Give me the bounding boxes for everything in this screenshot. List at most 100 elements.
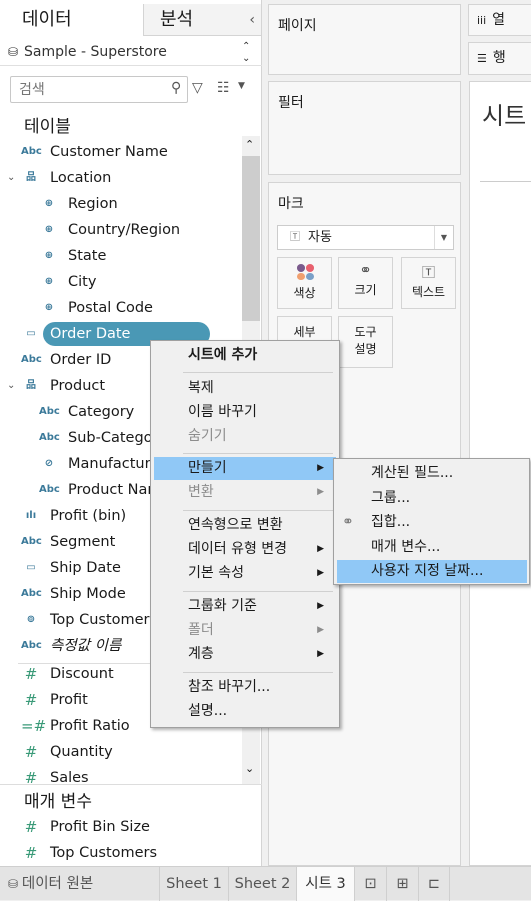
scroll-up-icon[interactable]: ⌃	[245, 138, 254, 151]
size-icon: ⚭	[359, 261, 372, 279]
field-label: Product	[50, 378, 106, 394]
field-item[interactable]: ⊕ Country/Region	[0, 217, 242, 243]
new-worksheet-icon[interactable]: ⊡	[355, 867, 387, 901]
menu-item[interactable]: 기본 속성 ▶	[154, 562, 336, 585]
chevron-left-icon[interactable]: ‹	[249, 4, 255, 36]
label-card[interactable]: 🅃 텍스트	[401, 257, 456, 309]
menu-separator	[183, 591, 333, 592]
field-label: Country/Region	[68, 222, 181, 238]
filters-title: 필터	[278, 95, 304, 111]
sheet-tab-active[interactable]: 시트 3	[297, 867, 355, 901]
expand-chevron-icon[interactable]: ⌄	[7, 373, 15, 399]
menu-item[interactable]: 계층 ▶	[154, 643, 336, 666]
tab-data[interactable]: 데이터	[0, 4, 143, 36]
rows-label: 행	[492, 50, 506, 66]
datasource-item[interactable]: ⛁ Sample - Superstore ⌃ ⌄	[0, 38, 262, 66]
field-item[interactable]: ⌄ 品 Location	[0, 165, 242, 191]
submenu-item[interactable]: ⚭ 집합...	[337, 511, 527, 534]
field-label: Region	[68, 196, 118, 212]
dropdown-arrow-icon[interactable]: ▼	[238, 81, 245, 91]
menu-item-label: 복제	[188, 380, 214, 396]
mark-type-value: 자동	[308, 230, 332, 245]
size-card[interactable]: ⚭ 크기	[338, 257, 393, 309]
menu-item[interactable]: 복제	[154, 377, 336, 400]
field-item[interactable]: Abc Customer Name	[0, 139, 242, 165]
scroll-arrows-icon[interactable]: ⌃ ⌄	[242, 41, 250, 65]
menu-item[interactable]: 연속형으로 변환	[154, 514, 336, 537]
menu-item[interactable]: 설명...	[154, 700, 336, 723]
field-label: Discount	[50, 666, 114, 682]
field-item[interactable]: ⊕ Postal Code	[0, 295, 242, 321]
text-type-icon: Abc	[21, 588, 42, 599]
parameter-item[interactable]: # Top Customers	[0, 840, 242, 866]
mark-type-dropdown[interactable]: 🅃 자동 ▼	[277, 225, 454, 250]
menu-item[interactable]: 참조 바꾸기...	[154, 676, 336, 699]
columns-shelf[interactable]: iii 열	[468, 4, 531, 36]
submenu-item-label: 집합...	[371, 514, 411, 530]
paperclip-icon: ⊘	[44, 458, 54, 469]
tab-analysis[interactable]: 분석 ‹	[143, 4, 262, 36]
list-view-icon[interactable]: ☷	[217, 80, 230, 96]
submenu-arrow-icon: ▶	[317, 568, 324, 578]
filters-shelf[interactable]: 필터	[268, 81, 461, 175]
new-story-icon[interactable]: ⊏	[419, 867, 450, 901]
expand-chevron-icon[interactable]: ⌄	[7, 165, 15, 191]
submenu-item[interactable]: 사용자 지정 날짜...	[337, 560, 527, 583]
rows-shelf[interactable]: ☰ 행	[468, 42, 531, 75]
database-icon: ⛁	[8, 45, 19, 59]
menu-item-label: 연속형으로 변환	[188, 517, 283, 533]
filter-icon[interactable]: ▽	[192, 80, 203, 96]
sheet-tab[interactable]: Sheet 1	[160, 867, 229, 901]
color-card[interactable]: 색상	[277, 257, 332, 309]
field-item[interactable]: # Quantity	[0, 739, 242, 765]
globe-icon: ⊕	[44, 276, 54, 287]
menu-separator	[183, 672, 333, 673]
menu-item-label: 폴더	[188, 622, 214, 638]
new-dashboard-icon[interactable]: ⊞	[387, 867, 419, 901]
number-icon: #	[24, 743, 38, 761]
pages-shelf[interactable]: 페이지	[268, 4, 461, 75]
search-input[interactable]	[10, 76, 188, 103]
dropdown-arrow-icon: ▼	[433, 226, 447, 249]
number-icon: #	[24, 691, 38, 709]
submenu-item[interactable]: 계산된 필드...	[337, 462, 527, 485]
menu-item[interactable]: 이름 바꾸기	[154, 401, 336, 424]
field-label: Category	[68, 404, 135, 420]
field-item[interactable]: ⊕ City	[0, 269, 242, 295]
parameter-item[interactable]: # Profit Bin Size	[0, 814, 242, 840]
field-label: Ship Mode	[50, 586, 126, 602]
menu-item: 변환 ▶	[154, 481, 336, 504]
sheet-title: 시트	[482, 102, 527, 130]
field-item[interactable]: ⊕ State	[0, 243, 242, 269]
submenu-item-label: 그룹...	[371, 489, 411, 506]
tooltip-card[interactable]: 도구 설명	[338, 316, 393, 368]
menu-item[interactable]: 시트에 추가	[154, 344, 336, 367]
sheet-tab[interactable]: Sheet 2	[229, 867, 297, 901]
submenu-arrow-icon: ▶	[317, 463, 324, 473]
field-label: Ship Date	[50, 560, 121, 576]
calc-number-icon: =#	[21, 717, 47, 735]
field-label: Order ID	[50, 352, 112, 368]
scroll-down-icon[interactable]: ⌄	[245, 762, 254, 775]
submenu-item[interactable]: 매개 변수...	[337, 536, 527, 559]
detail-label: 세부	[293, 325, 316, 339]
field-label: Customer Name	[50, 144, 168, 160]
submenu-item[interactable]: 그룹...	[337, 487, 527, 510]
menu-item-label: 계층	[188, 646, 214, 662]
parameter-label: Top Customers	[50, 845, 158, 861]
tooltip-label: 도구 설명	[354, 325, 377, 356]
menu-item[interactable]: 데이터 유형 변경 ▶	[154, 538, 336, 561]
menu-item[interactable]: 만들기 ▶	[154, 457, 336, 480]
scrollbar-thumb[interactable]	[242, 156, 260, 321]
field-label: Profit Ratio	[50, 718, 130, 734]
datasource-tab[interactable]: ⛁ 데이터 원본	[0, 867, 160, 901]
columns-label: 열	[492, 12, 506, 28]
text-type-icon: Abc	[21, 640, 42, 651]
number-icon: #	[24, 844, 38, 862]
menu-item[interactable]: 그룹화 기준 ▶	[154, 595, 336, 618]
pages-title: 페이지	[278, 18, 317, 34]
field-item[interactable]: ⊕ Region	[0, 191, 242, 217]
field-label: State	[68, 248, 107, 264]
submenu-arrow-icon: ▶	[317, 544, 324, 554]
columns-icon: iii	[477, 14, 487, 27]
